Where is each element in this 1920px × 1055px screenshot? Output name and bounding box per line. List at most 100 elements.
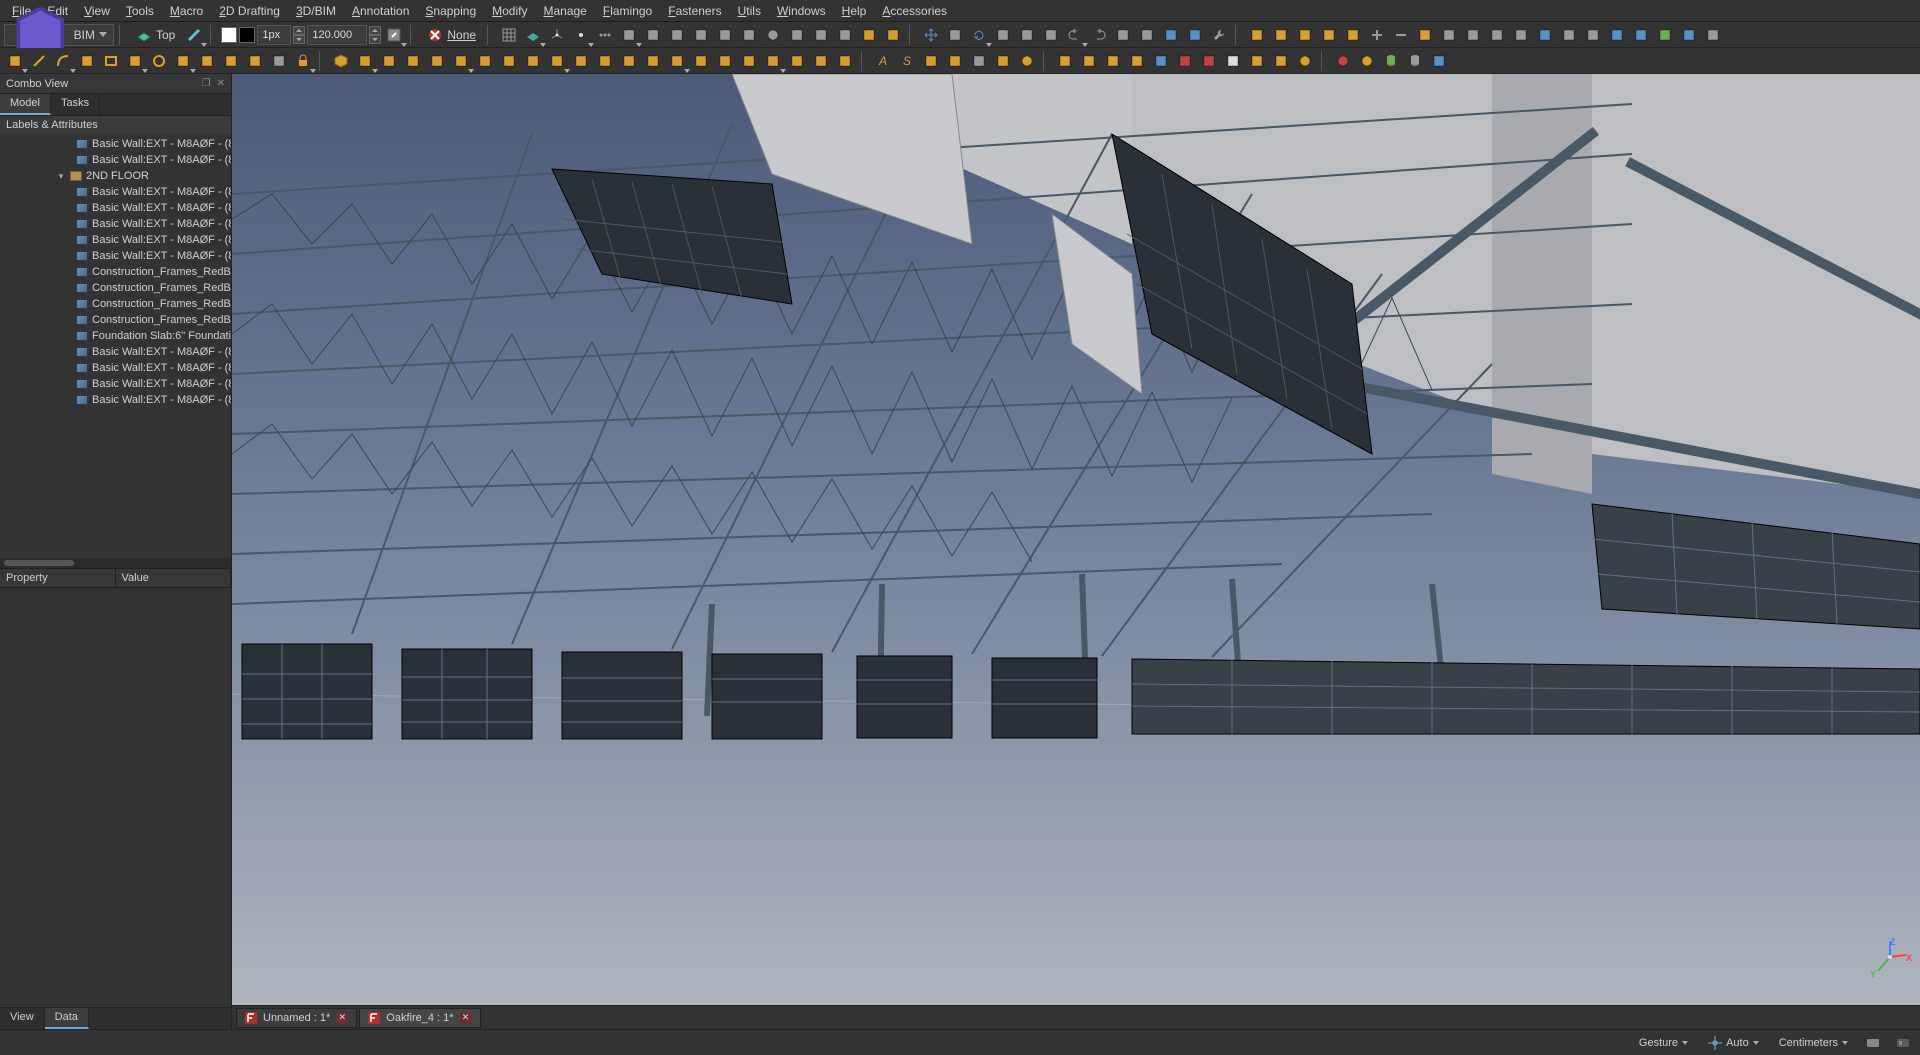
axes-button[interactable] [546, 24, 568, 46]
orange-button[interactable] [1246, 50, 1268, 72]
blue-box2-button[interactable] [1678, 24, 1700, 46]
box-outline-button[interactable] [1414, 24, 1436, 46]
extrude-button[interactable] [354, 50, 376, 72]
menu-3d-bim[interactable]: 3D/BIM [288, 2, 344, 20]
redo-button[interactable] [1088, 24, 1110, 46]
layers2-button[interactable] [1534, 24, 1556, 46]
box2-button[interactable] [402, 50, 424, 72]
snap-line-button[interactable] [618, 24, 640, 46]
tree-item[interactable]: Basic Wall:EXT - M8AØF - (8" CMU [0, 392, 231, 408]
wp-lock-button[interactable] [882, 24, 904, 46]
rotate-l-button[interactable] [1486, 24, 1508, 46]
box-button[interactable] [330, 50, 352, 72]
rotate-r-button[interactable] [1510, 24, 1532, 46]
tree-item[interactable]: Basic Wall:EXT - M8AØF - (8" CMU [0, 360, 231, 376]
rect-button[interactable] [100, 50, 122, 72]
status-icon-1[interactable] [1862, 1032, 1884, 1054]
layers3-button[interactable] [1606, 24, 1628, 46]
plane-button[interactable] [522, 24, 544, 46]
grid4-button[interactable] [1438, 24, 1460, 46]
text-a-button[interactable]: A [872, 50, 894, 72]
tree-item[interactable]: Construction_Frames_RedBuilt_ [0, 264, 231, 280]
cyl-green-button[interactable] [1380, 50, 1402, 72]
autogroup-button[interactable]: None [421, 24, 482, 46]
tree-item[interactable]: Basic Wall:EXT - M8AØF - (8" CMU [0, 216, 231, 232]
auto-button[interactable]: Auto [1702, 1034, 1765, 1052]
menu-accessories[interactable]: Accessories [874, 2, 955, 20]
note-button[interactable] [920, 50, 942, 72]
snap-cross-button[interactable] [786, 24, 808, 46]
scale-button[interactable] [1040, 24, 1062, 46]
floor-button[interactable] [498, 50, 520, 72]
tree-item[interactable]: Basic Wall:EXT - M8AØF - (8" CMU [0, 344, 231, 360]
honeycomb-button[interactable] [1294, 50, 1316, 72]
globe-button[interactable] [1356, 50, 1378, 72]
door-button[interactable] [594, 50, 616, 72]
menu-2d-drafting[interactable]: 2D Drafting [211, 2, 288, 20]
expander-icon[interactable]: ▾ [56, 171, 66, 182]
window-button[interactable] [618, 50, 640, 72]
tree-item[interactable]: Construction_Frames_RedBuilt_ [0, 312, 231, 328]
cyl-grey-button[interactable] [1404, 50, 1426, 72]
expand-button[interactable] [1558, 24, 1580, 46]
menu-view[interactable]: View [76, 2, 118, 20]
yellow-sq-button[interactable] [1270, 50, 1292, 72]
units-selector[interactable]: Centimeters [1773, 1035, 1854, 1051]
bars-button[interactable] [690, 50, 712, 72]
model-tree[interactable]: Basic Wall:EXT - M8AØF - (8" CMUBasic Wa… [0, 134, 231, 558]
roof-button[interactable] [522, 50, 544, 72]
sweep-button[interactable] [378, 50, 400, 72]
tree-item[interactable]: Construction_Frames_RedBuilt_ [0, 280, 231, 296]
tree-item[interactable]: Basic Wall:EXT - M8AØF - (8" CMU [0, 184, 231, 200]
snap-x-button[interactable] [810, 24, 832, 46]
tree-item[interactable]: Basic Wall:EXT - M8AØF - (8" CMU [0, 136, 231, 152]
tab-data[interactable]: Data [45, 1008, 89, 1029]
tree-item[interactable]: Basic Wall:EXT - M8AØF - (8" CMU [0, 232, 231, 248]
tag-button[interactable] [944, 50, 966, 72]
line-button[interactable] [28, 50, 50, 72]
ifc-button[interactable] [1150, 50, 1172, 72]
wrench-button[interactable] [1208, 24, 1230, 46]
line-color-swatch[interactable] [239, 27, 255, 43]
copy-button[interactable] [944, 24, 966, 46]
menu-windows[interactable]: Windows [769, 2, 834, 20]
sphere-red-button[interactable] [1332, 50, 1354, 72]
wall-seg-button[interactable] [546, 50, 568, 72]
beam-button[interactable] [666, 50, 688, 72]
working-plane-button[interactable]: Top [130, 24, 181, 46]
chair-button[interactable] [762, 50, 784, 72]
menu-modify[interactable]: Modify [484, 2, 535, 20]
hatch-button[interactable] [244, 50, 266, 72]
grid-button[interactable] [498, 24, 520, 46]
spread-button[interactable] [992, 50, 1014, 72]
tree-item[interactable]: ▾2ND FLOOR [0, 168, 231, 184]
doc-tab-oakfire[interactable]: Oakfire_4 : 1* ✕ [359, 1008, 480, 1028]
lock-button[interactable] [292, 50, 314, 72]
dots-button[interactable] [594, 24, 616, 46]
pipe-button[interactable] [810, 50, 832, 72]
close-icon[interactable]: ✕ [336, 1012, 348, 1024]
blue-box-button[interactable] [1630, 24, 1652, 46]
panel-button[interactable] [834, 50, 856, 72]
menu-flamingo[interactable]: Flamingo [595, 2, 660, 20]
line-width-input[interactable] [257, 25, 291, 45]
cube-wire-button[interactable] [1160, 24, 1182, 46]
column-button[interactable] [426, 50, 448, 72]
center-dot-button[interactable] [570, 24, 592, 46]
spline-button[interactable] [124, 50, 146, 72]
menu-help[interactable]: Help [834, 2, 875, 20]
arrow-down-button[interactable] [1294, 24, 1316, 46]
layers-blue-button[interactable] [1428, 50, 1450, 72]
pivot-button[interactable] [220, 50, 242, 72]
ring-button[interactable] [1016, 50, 1038, 72]
close-panel-icon[interactable]: ✕ [217, 78, 225, 89]
text-s-button[interactable]: S [896, 50, 918, 72]
tree-item[interactable]: Basic Wall:EXT - M8AØF - (8" CMU [0, 248, 231, 264]
snap-para-button[interactable] [738, 24, 760, 46]
qty-button[interactable] [1102, 50, 1124, 72]
menu-fasteners[interactable]: Fasteners [660, 2, 729, 20]
plate-button[interactable] [450, 50, 472, 72]
snap-perp-button[interactable] [690, 24, 712, 46]
layers-button[interactable] [1184, 24, 1206, 46]
wall-button[interactable] [570, 50, 592, 72]
